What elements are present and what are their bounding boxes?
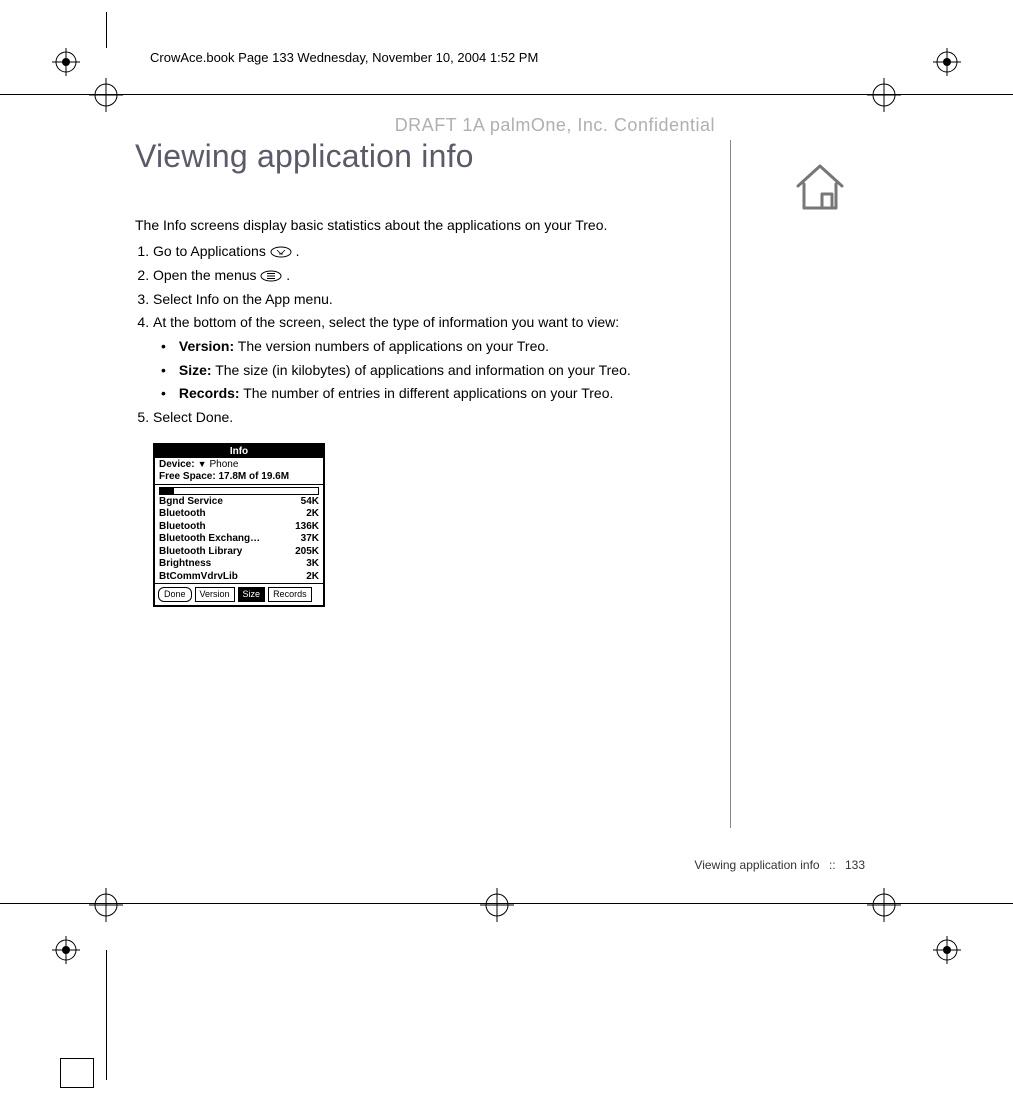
app-row: Bgnd Service54K (155, 496, 323, 509)
bullet-version: Version: The version numbers of applicat… (161, 336, 715, 358)
home-icon (790, 160, 850, 219)
bullet-text: The number of entries in different appli… (240, 385, 614, 401)
bullet-records: Records: The number of entries in differ… (161, 383, 715, 405)
footer-page-number: 133 (845, 858, 865, 872)
screenshot-button-row: Done Version Size Records (155, 583, 323, 605)
step-3: Select Info on the App menu. (153, 289, 715, 311)
watermark-text: DRAFT 1A palmOne, Inc. Confidential (135, 115, 715, 136)
cross-mark-icon (480, 888, 514, 922)
applications-key-icon (270, 243, 292, 255)
bullet-text: The version numbers of applications on y… (234, 338, 549, 354)
bullet-text: The size (in kilobytes) of applications … (212, 362, 631, 378)
app-row: Brightness3K (155, 558, 323, 571)
page-header: CrowAce.book Page 133 Wednesday, Novembe… (150, 50, 863, 65)
device-value: Phone (210, 459, 239, 470)
app-row: BtCommVdrvLib2K (155, 571, 323, 584)
size-tab: Size (238, 587, 266, 602)
bullet-label: Version: (179, 338, 234, 354)
screenshot-titlebar: Info (155, 445, 323, 458)
app-row: Bluetooth2K (155, 508, 323, 521)
reg-mark-icon (52, 936, 80, 964)
app-row: Bluetooth Library205K (155, 546, 323, 559)
device-label: Device: (159, 459, 195, 470)
screenshot-free-space: Free Space: 17.8M of 19.6M (155, 471, 323, 485)
page-content: DRAFT 1A palmOne, Inc. Confidential View… (135, 115, 715, 607)
step-1: Go to Applications . (153, 241, 715, 263)
steps-list: Go to Applications . Open the menus . Se… (135, 241, 715, 429)
screenshot-device-row: Device: ▼ Phone (155, 458, 323, 471)
step-2: Open the menus . (153, 265, 715, 287)
step-text: . (286, 267, 290, 283)
bullet-label: Records: (179, 385, 240, 401)
cross-mark-icon (89, 78, 123, 112)
app-row: Bluetooth Exchang…37K (155, 533, 323, 546)
bullet-label: Size: (179, 362, 212, 378)
dropdown-triangle-icon: ▼ (198, 459, 207, 469)
step-5: Select Done. (153, 407, 715, 429)
storage-bar (155, 485, 323, 496)
app-row: Bluetooth136K (155, 521, 323, 534)
step-text: . (296, 243, 300, 259)
footer-section: Viewing application info (694, 858, 819, 872)
corner-box (60, 1058, 94, 1088)
version-tab: Version (195, 587, 235, 602)
footer-separator: :: (829, 858, 836, 872)
bullet-size: Size: The size (in kilobytes) of applica… (161, 360, 715, 382)
reg-mark-icon (933, 48, 961, 76)
records-tab: Records (268, 587, 312, 602)
info-screenshot: Info Device: ▼ Phone Free Space: 17.8M o… (153, 443, 325, 608)
reg-mark-icon (52, 48, 80, 76)
cross-mark-icon (89, 888, 123, 922)
crop-line-top (0, 94, 1013, 95)
reg-mark-icon (933, 936, 961, 964)
intro-text: The Info screens display basic statistic… (135, 215, 715, 235)
crop-line-bottom (0, 903, 1013, 904)
page-title: Viewing application info (135, 138, 715, 175)
info-type-list: Version: The version numbers of applicat… (161, 336, 715, 405)
page-footer: Viewing application info :: 133 (135, 858, 865, 872)
done-button: Done (158, 587, 192, 602)
crop-tick-tl (106, 12, 107, 48)
side-divider (730, 140, 731, 828)
step-text: Go to Applications (153, 243, 270, 259)
menu-key-icon (260, 267, 282, 279)
step-4: At the bottom of the screen, select the … (153, 312, 715, 405)
step-text: At the bottom of the screen, select the … (153, 314, 619, 330)
cross-mark-icon (867, 78, 901, 112)
step-text: Open the menus (153, 267, 260, 283)
crop-tick-bl (106, 950, 107, 1080)
cross-mark-icon (867, 888, 901, 922)
